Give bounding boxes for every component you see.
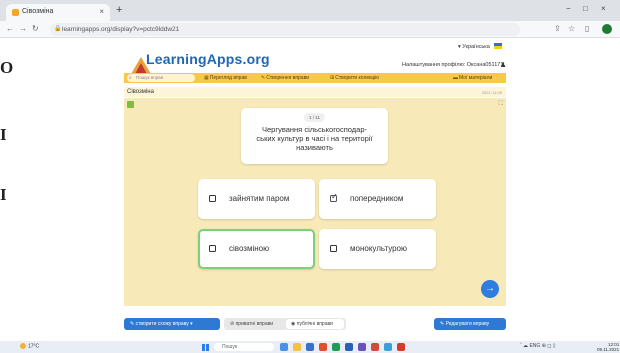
favicon-icon: [12, 9, 19, 16]
lock-icon: 🔒: [54, 26, 62, 32]
sidebar-icon[interactable]: ▯: [585, 24, 589, 33]
maximize-icon[interactable]: □: [583, 4, 588, 13]
answer-label: попередником: [350, 194, 404, 203]
answer-option[interactable]: монокультурою: [319, 229, 436, 269]
app-title: Сівозміна: [127, 89, 154, 95]
taskbar-search-input[interactable]: Пошук: [214, 343, 274, 351]
tab-title: Сівозміна: [22, 8, 54, 15]
chrome-icon[interactable]: [332, 343, 340, 351]
close-window-icon[interactable]: ×: [601, 4, 606, 13]
url-input[interactable]: 🔒 learningapps.org/display?v=pctc9lddw21: [50, 23, 520, 36]
task-view-icon[interactable]: [280, 343, 288, 351]
side-letter: I: [0, 125, 7, 144]
mail-icon[interactable]: [306, 343, 314, 351]
ukraine-flag-icon: [494, 43, 502, 49]
answer-option[interactable]: попередником: [319, 179, 436, 219]
public-label: публічні вправи: [296, 321, 333, 327]
exercise-area: ⛶ 1 / 11 Чергування сільськогосподар- сь…: [124, 98, 506, 306]
checkbox-icon: [209, 245, 216, 252]
main-nav: ⌕ Пошук вправ ▦Перегляд вправ ✎Створення…: [124, 73, 506, 83]
checked-checkbox-icon: [330, 192, 338, 202]
windows-taskbar: 17°C Пошук ˆ ☁ ENG ⊕ ◻ ▯ 12:01 09.11.202…: [0, 341, 620, 353]
nav-label: Перегляд вправ: [209, 75, 247, 81]
file-explorer-icon[interactable]: [293, 343, 301, 351]
taskbar-clock[interactable]: 12:01 09.11.2021: [597, 342, 619, 352]
nav-create-collection[interactable]: ⊞Створити колекцію: [330, 75, 379, 81]
visibility-toggle: ⊘ приватні вправи ◉ публічні вправи: [224, 318, 346, 330]
nav-label: Мої матеріали: [459, 75, 493, 81]
windows-start-icon[interactable]: [202, 344, 209, 351]
screenshot: O I I Сівозміна × + − □ × ← → ↻ 🔒 learni…: [0, 0, 620, 353]
browser-tab-bar: Сівозміна × + − □ ×: [0, 0, 620, 21]
answer-option[interactable]: зайнятим паром: [198, 179, 315, 219]
collection-icon: ⊞: [330, 75, 335, 81]
forward-icon[interactable]: →: [19, 24, 27, 33]
private-exercises-toggle[interactable]: ⊘ приватні вправи: [230, 318, 273, 330]
teams-icon[interactable]: [358, 343, 366, 351]
question-counter: 1 / 11: [304, 113, 325, 122]
answer-option-selected[interactable]: сівозміною: [198, 229, 315, 269]
search-placeholder: Пошук вправ: [136, 75, 164, 80]
folder-icon: ▬: [453, 75, 458, 81]
clock-date: 09.11.2021: [597, 347, 620, 352]
powerpoint-icon[interactable]: [371, 343, 379, 351]
question-text: Чергування сільськогосподар- ських культ…: [256, 125, 373, 152]
answer-label: зайнятим паром: [229, 194, 290, 203]
nav-label: Створення вправи: [266, 75, 310, 81]
back-icon[interactable]: ←: [6, 24, 14, 33]
sun-icon: [20, 343, 26, 349]
private-label: приватні вправи: [235, 321, 274, 327]
reload-icon[interactable]: ↻: [32, 24, 39, 33]
checkbox-icon: [330, 245, 337, 252]
edit-label: Редагувати вправу: [445, 321, 490, 327]
public-exercises-toggle[interactable]: ◉ публічні вправи: [286, 319, 344, 329]
bookmark-star-icon[interactable]: ☆: [568, 24, 575, 33]
language-select[interactable]: ▾ Українська: [458, 44, 490, 50]
nav-my-materials[interactable]: ▬Мої матеріали: [453, 75, 492, 81]
nav-browse-exercises[interactable]: ▦Перегляд вправ: [204, 75, 247, 81]
url-text: learningapps.org/display?v=pctc9lddw21: [62, 26, 180, 33]
system-tray[interactable]: ˆ ☁ ENG ⊕ ◻ ▯: [520, 343, 556, 349]
weather-widget[interactable]: 17°C: [20, 343, 39, 349]
fullscreen-icon[interactable]: ⛶: [499, 101, 503, 108]
new-tab-button[interactable]: +: [116, 4, 122, 16]
pencil-icon: ✎: [261, 75, 266, 81]
nav-create-exercise[interactable]: ✎Створення вправи: [261, 75, 309, 81]
address-bar-row: ← → ↻ 🔒 learningapps.org/display?v=pctc9…: [0, 21, 620, 38]
checkbox-icon: [209, 195, 216, 202]
app-date: 2021-11-09: [481, 90, 502, 95]
share-icon[interactable]: ⇪: [554, 24, 561, 33]
edge-icon[interactable]: [384, 343, 392, 351]
minimize-icon[interactable]: −: [566, 4, 571, 13]
app-title-bar: Сівозміна 2021-11-09: [124, 87, 506, 97]
browser-tab[interactable]: Сівозміна ×: [6, 4, 110, 21]
answer-label: сівозміною: [229, 244, 270, 253]
app-corner-icon: [127, 101, 134, 108]
profile-avatar[interactable]: [602, 24, 612, 34]
next-button[interactable]: →: [481, 280, 499, 298]
close-tab-icon[interactable]: ×: [99, 7, 104, 16]
search-icon: ⌕: [129, 75, 132, 81]
office-icon[interactable]: [319, 343, 327, 351]
nav-label: Створити колекцію: [335, 75, 380, 81]
side-letter: I: [0, 185, 7, 204]
create-label: створити схожу вправу ▾: [135, 321, 193, 327]
user-icon[interactable]: ♟: [500, 61, 506, 69]
search-input[interactable]: ⌕ Пошук вправ: [127, 74, 195, 82]
site-logo[interactable]: LearningApps.org: [146, 51, 270, 67]
side-letter: O: [0, 58, 14, 77]
grid-icon: ▦: [204, 75, 209, 81]
app-icon[interactable]: [397, 343, 405, 351]
weather-temp: 17°C: [28, 343, 40, 350]
word-icon[interactable]: [345, 343, 353, 351]
profile-settings-link[interactable]: Налаштування профілю: Оксана051171: [402, 62, 503, 68]
create-similar-button[interactable]: ✎ створити схожу вправу ▾: [124, 318, 220, 330]
edit-exercise-button[interactable]: ✎ Редагувати вправу: [434, 318, 506, 330]
question-card: 1 / 11 Чергування сільськогосподар- ськи…: [241, 108, 388, 164]
answer-label: монокультурою: [350, 244, 408, 253]
